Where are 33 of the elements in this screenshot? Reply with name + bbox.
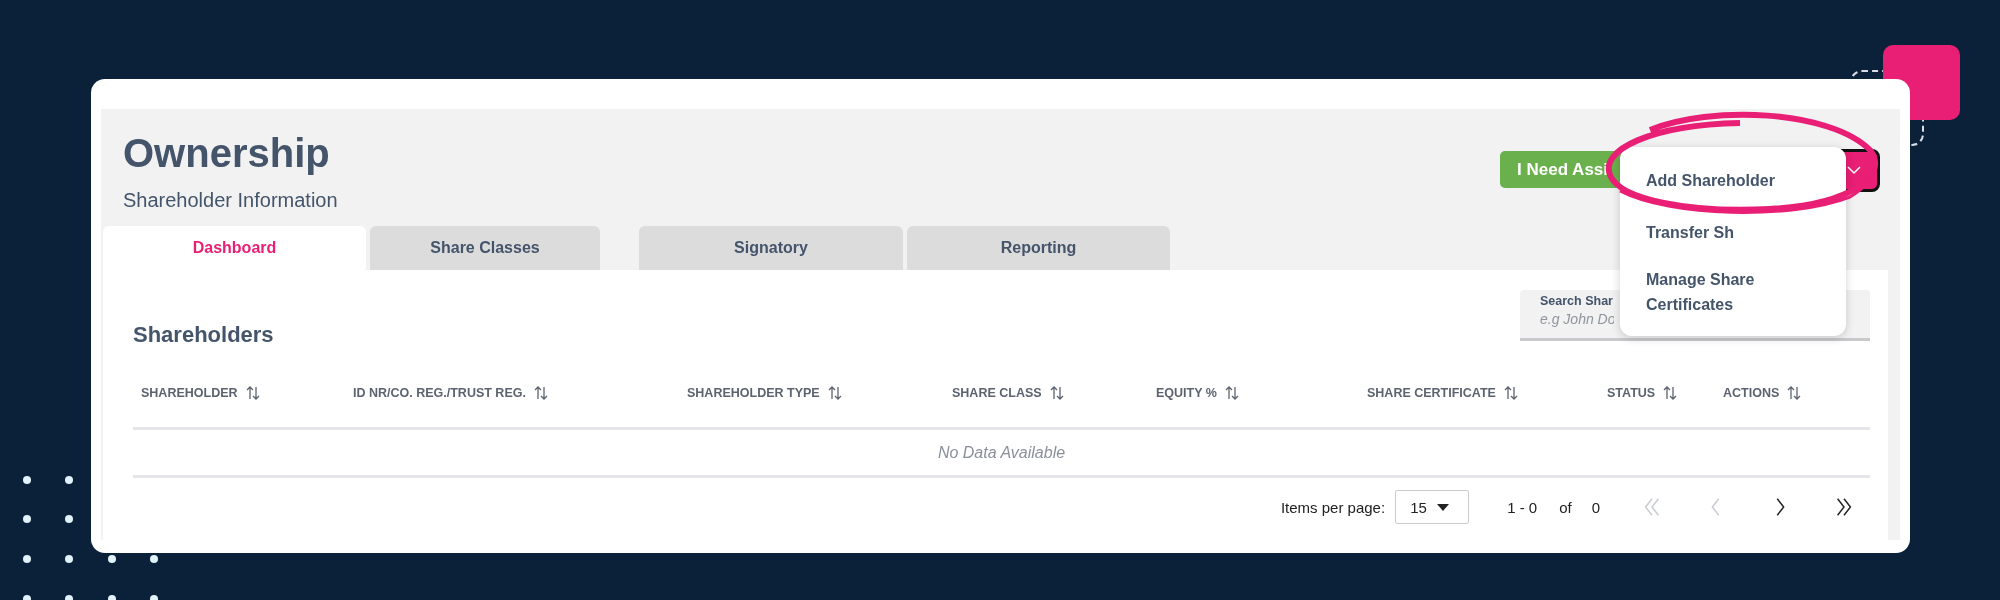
column-header: SHAREHOLDER xyxy=(141,386,238,400)
column-header: ID NR/CO. REG./TRUST REG. xyxy=(353,386,526,400)
menu-item[interactable]: Transfer Sh xyxy=(1620,223,1846,243)
column-header: STATUS xyxy=(1607,386,1656,400)
page-subtitle: Shareholder Information xyxy=(123,189,338,212)
tab[interactable]: Share Classes xyxy=(370,226,600,270)
search-label: Search Shar xyxy=(1540,294,1613,308)
sort-icon[interactable] xyxy=(1224,386,1239,400)
empty-message: No Data Available xyxy=(937,443,1066,462)
sort-icon[interactable] xyxy=(827,386,842,400)
total-count: 0 xyxy=(1591,498,1600,516)
column-header: ACTIONS xyxy=(1723,386,1780,400)
menu-item[interactable]: Manage Share Certificates xyxy=(1620,267,1810,317)
tab[interactable]: Dashboard xyxy=(103,226,366,270)
column-header: SHAREHOLDER TYPE xyxy=(687,386,820,400)
column-header: EQUITY % xyxy=(1156,386,1217,400)
caret-icon xyxy=(1436,503,1449,511)
tab[interactable]: Signatory xyxy=(639,226,903,270)
sort-icon[interactable] xyxy=(533,386,548,400)
tab[interactable]: Reporting xyxy=(907,226,1170,270)
sort-icon[interactable] xyxy=(1503,386,1518,400)
sort-icon[interactable] xyxy=(1049,386,1064,400)
section-title: Shareholders xyxy=(133,322,274,348)
sort-icon[interactable] xyxy=(245,386,260,400)
items-per-page-label: Items per page: xyxy=(1280,498,1386,516)
page-size-select[interactable]: 15 xyxy=(1395,490,1470,524)
column-header: SHARE CLASS xyxy=(952,386,1042,400)
page-title: Ownership xyxy=(123,131,331,175)
sort-icon[interactable] xyxy=(1787,386,1802,400)
column-header: SHARE CERTIFICATE xyxy=(1367,386,1496,400)
sort-icon[interactable] xyxy=(1663,386,1678,400)
of-label: of xyxy=(1559,498,1572,516)
page-range: 1 - 0 xyxy=(1507,498,1538,516)
